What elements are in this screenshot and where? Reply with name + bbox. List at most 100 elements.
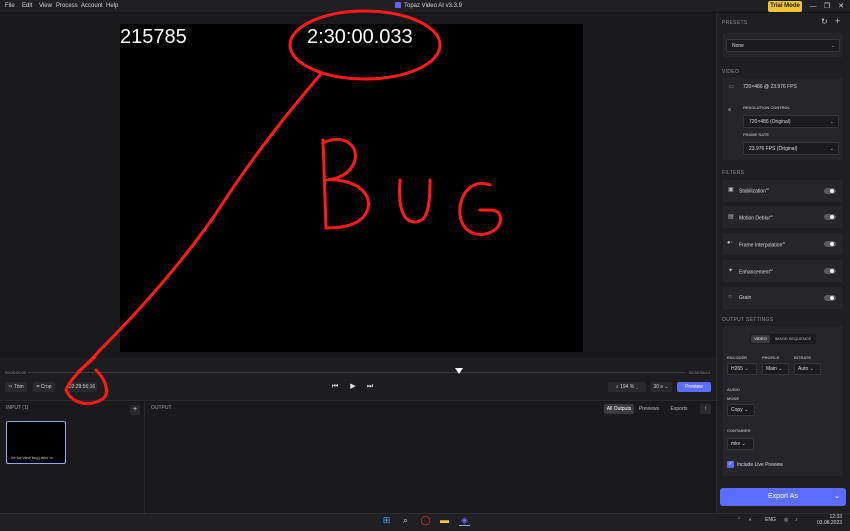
include-preview-label: Include Live Preview [737, 462, 783, 468]
menu-process[interactable]: Process [56, 0, 78, 13]
trial-mode-button[interactable]: Trial Mode [768, 1, 802, 12]
language-indicator[interactable]: ENG [765, 517, 776, 523]
add-preset-icon[interactable]: + [835, 16, 840, 26]
step-forward-icon[interactable]: ⏭ [365, 382, 375, 392]
tray-app-icon[interactable]: ◐ [749, 517, 752, 523]
export-as-button[interactable]: Export As ⌄ [720, 488, 846, 506]
bitrate-label: BITRATE [794, 355, 812, 360]
preset-select[interactable]: None ⌄ [726, 39, 840, 52]
video-title: VIDEO [722, 69, 740, 75]
network-icon[interactable]: ◎ [784, 517, 788, 523]
output-tab-video[interactable]: VIDEO [751, 335, 770, 343]
frame-rate-title: FRAME RATE [743, 132, 769, 137]
output-panel [146, 400, 716, 513]
filters-title: FILTERS [722, 170, 745, 176]
input-title: INPUT (1) [6, 405, 29, 411]
enhancement-toggle[interactable] [824, 268, 836, 274]
container-select[interactable]: mkv ⌄ [727, 438, 754, 450]
search-icon[interactable]: ⌕ [400, 515, 411, 526]
frame-interpolation-toggle[interactable] [824, 241, 836, 247]
enhancement-label: EnhancementAI [739, 268, 773, 276]
chevron-down-icon: ⌄ [829, 119, 834, 125]
input-file-label: ...ire for view bug).mkv ••• [8, 455, 54, 460]
preview-button[interactable]: Preview [677, 382, 711, 392]
timeline-start: 00:00:00:00 [5, 370, 27, 375]
menu-file[interactable]: File [5, 0, 15, 13]
tray-overflow-icon[interactable]: ⌃ [737, 517, 741, 523]
deblur-icon: ▤ [728, 214, 734, 220]
output-tab-image-sequence[interactable]: IMAGE SEQUENCE [771, 335, 815, 343]
timestamp-overlay: 2:30:00.033 [307, 26, 413, 48]
encoder-select[interactable]: H265 ⌄ [727, 363, 757, 375]
add-input-button[interactable]: + [130, 405, 140, 415]
step-back-icon[interactable]: ⏮ [330, 382, 340, 392]
output-title: OUTPUT [151, 405, 172, 411]
encoder-label: ENCODER [727, 355, 748, 360]
bitrate-select[interactable]: Auto ⌄ [794, 363, 821, 375]
output-settings-title: OUTPUT SETTINGS [722, 317, 774, 323]
upload-icon[interactable]: ↑ [700, 404, 711, 414]
current-time-field[interactable]: 02:29:56:16 [67, 382, 97, 392]
output-settings-card [723, 326, 843, 476]
tab-previews[interactable]: Previews [636, 404, 662, 414]
resolution-title: RESOLUTION CONTROL [743, 105, 791, 110]
video-frame[interactable] [120, 24, 583, 352]
menu-view[interactable]: View [39, 0, 52, 13]
stabilization-toggle[interactable] [824, 188, 836, 194]
timeline-track[interactable] [28, 372, 686, 373]
include-preview-checkbox[interactable]: ✓ [727, 461, 734, 468]
resolution-select[interactable]: 720×486 (Original) ⌄ [743, 115, 839, 128]
stabilization-icon: ▣ [728, 187, 734, 193]
presets-title: PRESETS [722, 20, 748, 26]
menu-edit[interactable]: Edit [22, 0, 32, 13]
audio-mode-label: MODE [727, 396, 739, 401]
minimize-icon[interactable]: — [806, 0, 820, 13]
timeline-end: 02:30:58:14 [689, 370, 711, 375]
video-info: 720×486 @ 23.976 FPS [743, 84, 797, 90]
menu-help[interactable]: Help [106, 0, 118, 13]
grain-toggle[interactable] [824, 295, 836, 301]
chevron-down-icon: ⌄ [829, 146, 834, 152]
frame-count-overlay: 215785 [120, 26, 187, 48]
volume-icon[interactable]: ♪ [795, 517, 798, 523]
audio-title: AUDIO [727, 387, 740, 392]
topaz-taskbar-icon[interactable]: ◈ [459, 515, 470, 526]
more-icon[interactable]: ••• [49, 455, 53, 460]
close-icon[interactable]: ✕ [834, 0, 848, 13]
playhead[interactable] [455, 368, 463, 374]
restore-icon[interactable]: ❐ [820, 0, 834, 13]
timeline[interactable] [0, 358, 716, 380]
clock[interactable]: 12:33 03.08.2023 [817, 514, 842, 526]
clock-date: 03.08.2023 [817, 520, 843, 526]
profile-select[interactable]: Main ⌄ [762, 363, 789, 375]
profile-label: PROFILE [762, 355, 780, 360]
file-explorer-icon[interactable]: ▬ [439, 515, 450, 526]
windows-start-icon[interactable]: ⊞ [381, 515, 392, 526]
resolution-icon: ⊞ [728, 107, 732, 112]
trim-button[interactable]: ✂ Trim [5, 382, 27, 392]
tab-exports[interactable]: Exports [666, 404, 692, 414]
audio-mode-select[interactable]: Copy ⌄ [727, 404, 755, 416]
frame-step-select[interactable]: 30 s ⌄ [650, 382, 672, 392]
chevron-down-icon[interactable]: ⌄ [834, 488, 840, 506]
frame-interpolation-label: Frame InterpolationAI [739, 241, 786, 249]
reset-icon[interactable]: ↻ [821, 17, 828, 26]
container-title: CONTAINER [727, 428, 751, 433]
stabilization-label: StabilizationAI [739, 187, 769, 195]
topaz-logo-icon [395, 2, 401, 8]
grain-icon: ○ [728, 294, 732, 300]
app-title: Topaz Video AI v3.3.9 [395, 0, 462, 13]
tab-all-outputs[interactable]: All Outputs [604, 404, 634, 414]
motion-deblur-label: Motion DeblurAI [739, 214, 773, 222]
grain-label: Grain [739, 295, 752, 301]
enhancement-icon: ✦ [728, 268, 734, 274]
frame-rate-select[interactable]: 23.976 FPS (Original) ⌄ [743, 142, 839, 155]
motion-deblur-toggle[interactable] [824, 214, 836, 220]
chevron-down-icon: ⌄ [830, 43, 835, 49]
menu-account[interactable]: Account [81, 0, 103, 13]
zoom-select[interactable]: ⌕ 194 % ⌄ [608, 382, 646, 392]
opera-icon[interactable]: ◯ [420, 515, 431, 526]
crop-button[interactable]: ⌗ Crop [33, 382, 55, 392]
play-icon[interactable]: ▶ [348, 382, 358, 392]
interpolation-icon: ●◦ [727, 240, 733, 246]
